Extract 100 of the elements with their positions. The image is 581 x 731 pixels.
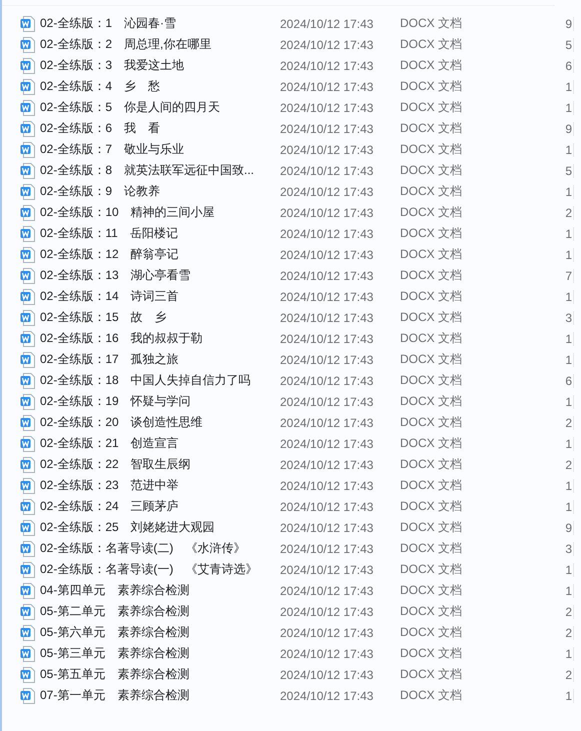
file-list-item[interactable]: 02-全练版：23 范进中举 [20, 476, 278, 495]
file-list-item[interactable]: 02-全练版：1 沁园春·雪 [20, 14, 278, 33]
file-name: 02-全练版：9 论教养 [40, 183, 160, 200]
file-name: 02-全练版：17 孤独之旅 [40, 351, 179, 368]
file-list-item[interactable]: 02-全练版：2 周总理,你在哪里 [20, 35, 278, 54]
document-icon [20, 268, 35, 284]
modified-date: 2024/10/12 17:43 [280, 332, 374, 346]
file-name: 05-第六单元 素养综合检测 [40, 624, 190, 641]
document-icon [20, 520, 35, 536]
file-list-item[interactable]: 02-全练版：18 中国人失掉自信力了吗 [20, 371, 278, 390]
document-icon [20, 36, 35, 52]
file-type: DOCX 文档 [400, 435, 464, 452]
modified-date: 2024/10/12 17:43 [280, 164, 374, 178]
file-name: 02-全练版：6 我 看 [40, 120, 160, 137]
file-list-item[interactable]: 02-全练版：11 岳阳楼记 [20, 224, 278, 243]
document-icon [20, 498, 35, 514]
file-list-item[interactable]: 02-全练版：12 醉翁亭记 [20, 245, 278, 264]
file-size: 1 [550, 352, 574, 366]
file-list-item[interactable]: 02-全练版：16 我的叔叔于勒 [20, 329, 278, 348]
file-list-item[interactable]: 05-第二单元 素养综合检测 [20, 602, 278, 621]
document-icon [20, 666, 35, 682]
file-type: DOCX 文档 [400, 36, 464, 53]
file-list-item[interactable]: 07-第一单元 素养综合检测 [20, 686, 278, 705]
file-list-item[interactable]: 02-全练版：6 我 看 [20, 119, 278, 138]
modified-date: 2024/10/12 17:43 [280, 100, 374, 114]
file-name: 02-全练版：4 乡 愁 [40, 78, 160, 95]
modified-date: 2024/10/12 17:43 [280, 542, 374, 556]
document-icon [20, 436, 35, 452]
file-list-item[interactable]: 02-全练版：7 敬业与乐业 [20, 140, 278, 159]
file-size: 5 [550, 164, 574, 178]
file-size: 2 [550, 416, 574, 430]
file-list-item[interactable]: 02-全练版：24 三顾茅庐 [20, 497, 278, 516]
file-name: 02-全练版：12 醉翁亭记 [40, 246, 179, 263]
modified-date: 2024/10/12 17:43 [280, 436, 374, 450]
modified-date: 2024/10/12 17:43 [280, 416, 374, 430]
file-list-item[interactable]: 02-全练版：9 论教养 [20, 182, 278, 201]
file-list-item[interactable]: 02-全练版：13 湖心亭看雪 [20, 266, 278, 285]
file-size: 2 [550, 626, 574, 640]
file-list-item[interactable]: 02-全练版：10 精神的三间小屋 [20, 203, 278, 222]
modified-date: 2024/10/12 17:43 [280, 248, 374, 262]
modified-date: 2024/10/12 17:43 [280, 38, 374, 52]
document-icon [20, 624, 35, 640]
file-list-item[interactable]: 02-全练版：21 创造宣言 [20, 434, 278, 453]
file-list-item[interactable]: 02-全练版：名著导读(一) 《艾青诗选》 [20, 560, 278, 579]
file-list-item[interactable]: 02-全练版：22 智取生辰纲 [20, 455, 278, 474]
file-list-item[interactable]: 05-第三单元 素养综合检测 [20, 644, 278, 663]
file-size: 1 [550, 100, 574, 114]
modified-date: 2024/10/12 17:43 [280, 562, 374, 576]
file-name: 02-全练版：25 刘姥姥进大观园 [40, 519, 215, 536]
modified-date: 2024/10/12 17:43 [280, 142, 374, 156]
document-icon [20, 456, 35, 472]
file-list-item[interactable]: 02-全练版：17 孤独之旅 [20, 350, 278, 369]
file-type: DOCX 文档 [400, 351, 464, 368]
file-list-item[interactable]: 02-全练版：名著导读(二) 《水浒传》 [20, 539, 278, 558]
document-icon [20, 58, 35, 74]
file-list-item[interactable]: 02-全练版：4 乡 愁 [20, 77, 278, 96]
file-size: 9 [550, 16, 574, 30]
file-size: 1 [550, 500, 574, 514]
file-type: DOCX 文档 [400, 204, 464, 221]
file-type: DOCX 文档 [400, 288, 464, 305]
modified-date: 2024/10/12 17:43 [280, 458, 374, 472]
document-icon [20, 604, 35, 620]
file-type: DOCX 文档 [400, 99, 464, 116]
file-name: 02-全练版：24 三顾茅庐 [40, 498, 179, 515]
modified-date: 2024/10/12 17:43 [280, 374, 374, 388]
file-type: DOCX 文档 [400, 78, 464, 95]
file-name: 02-全练版：8 就英法联军远征中国致... [40, 162, 254, 179]
file-list-item[interactable]: 02-全练版：25 刘姥姥进大观园 [20, 518, 278, 537]
modified-date: 2024/10/12 17:43 [280, 184, 374, 198]
file-list-item[interactable]: 02-全练版：15 故 乡 [20, 308, 278, 327]
file-list-item[interactable]: 05-第五单元 素养综合检测 [20, 665, 278, 684]
document-icon [20, 246, 35, 262]
file-list-item[interactable]: 02-全练版：5 你是人间的四月天 [20, 98, 278, 117]
file-name: 02-全练版：15 故 乡 [40, 309, 167, 326]
document-icon [20, 142, 35, 158]
document-icon [20, 310, 35, 326]
modified-date: 2024/10/12 17:43 [280, 58, 374, 72]
document-icon [20, 288, 35, 304]
modified-date: 2024/10/12 17:43 [280, 688, 374, 702]
document-icon [20, 184, 35, 200]
file-size: 1 [550, 688, 574, 702]
document-icon [20, 162, 35, 178]
file-name: 04-第四单元 素养综合检测 [40, 582, 190, 599]
file-list-item[interactable]: 02-全练版：14 诗词三首 [20, 287, 278, 306]
modified-date: 2024/10/12 17:43 [280, 122, 374, 136]
file-list-item[interactable]: 02-全练版：3 我爱这土地 [20, 56, 278, 75]
modified-date: 2024/10/12 17:43 [280, 226, 374, 240]
file-name: 02-全练版：21 创造宣言 [40, 435, 179, 452]
file-list-item[interactable]: 05-第六单元 素养综合检测 [20, 623, 278, 642]
modified-date: 2024/10/12 17:43 [280, 604, 374, 618]
file-list-item[interactable]: 02-全练版：19 怀疑与学问 [20, 392, 278, 411]
file-list-item[interactable]: 02-全练版：20 谈创造性思维 [20, 413, 278, 432]
file-type: DOCX 文档 [400, 456, 464, 473]
document-icon [20, 226, 35, 242]
modified-date: 2024/10/12 17:43 [280, 206, 374, 220]
file-type: DOCX 文档 [400, 225, 464, 242]
modified-date: 2024/10/12 17:43 [280, 626, 374, 640]
file-list-item[interactable]: 04-第四单元 素养综合检测 [20, 581, 278, 600]
file-size: 1 [550, 248, 574, 262]
file-list-item[interactable]: 02-全练版：8 就英法联军远征中国致... [20, 161, 278, 180]
